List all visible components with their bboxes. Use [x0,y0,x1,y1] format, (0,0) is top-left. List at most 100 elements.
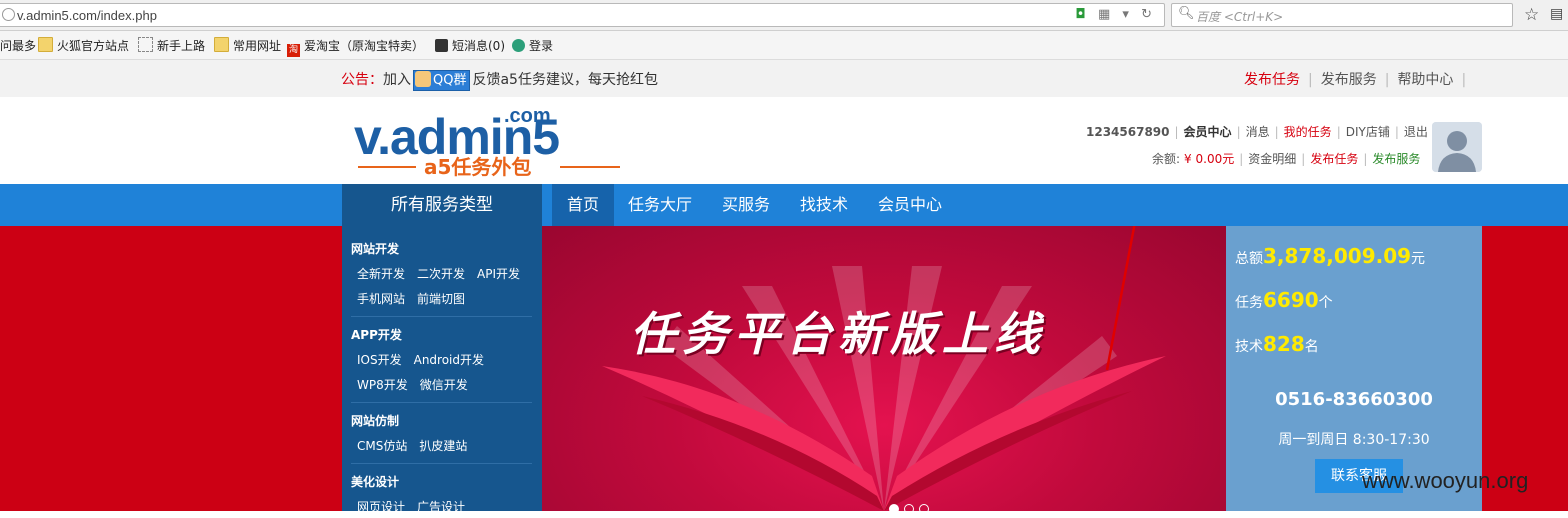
bookmark-item[interactable]: 问最多 [0,37,36,54]
category-link[interactable]: WP8开发 [357,378,408,392]
nav-task-hall[interactable]: 任务大厅 [628,184,692,226]
url-action-icons[interactable]: ◘ ▦ ▾ ↻ [1076,7,1156,22]
all-services-menu[interactable]: 所有服务类型 [342,184,542,226]
bookmark-item[interactable]: 短消息(0) [435,37,505,54]
url-bar[interactable]: v.admin5.com/index.php ◘ ▦ ▾ ↻ [0,3,1165,27]
category-title[interactable]: 网站仿制 [351,412,399,429]
carousel-dot[interactable] [904,504,914,514]
search-icon: 🔍︎ [1178,6,1195,21]
dropdown-icon: ▾ [1122,7,1133,22]
nav-buy-service[interactable]: 买服务 [722,184,770,226]
logout-link[interactable]: 退出 [1404,125,1428,139]
category-link[interactable]: IOS开发 [357,353,402,367]
category-link[interactable]: 扒皮建站 [419,439,467,453]
category-link[interactable]: 前端切图 [417,292,465,306]
bookmark-item[interactable]: 淘爱淘宝（原淘宝特卖） [287,37,424,57]
category-sidebar: 网站开发 全新开发 二次开发 API开发 手机网站 前端切图 APP开发 IOS开发 A… [342,226,542,514]
member-center-link[interactable]: 会员中心 [1184,125,1232,139]
category-title[interactable]: 美化设计 [351,473,399,490]
qq-group-label: QQ群 [433,73,467,88]
search-placeholder: 百度 <Ctrl+K> [1196,10,1284,24]
avatar[interactable] [1432,122,1482,172]
category-link[interactable]: 手机网站 [357,292,405,306]
top-link-help[interactable]: 帮助中心 [1397,72,1453,88]
category-row: 全新开发 二次开发 API开发 [357,265,532,282]
star-icon[interactable]: ☆ [1524,5,1539,25]
main-nav: 所有服务类型 首页 任务大厅 买服务 找技术 会员中心 [0,184,1568,226]
announcement: 公告：加入 QQ群 反馈a5任务建议，每天抢红包 [341,69,658,91]
service-hours: 周一到周日 8:30-17:30 [1278,432,1430,448]
category-row: 网页设计 广告设计 [357,498,477,515]
balance-label: 余额: [1152,152,1181,166]
announcement-text: 反馈a5任务建议，每天抢红包 [472,72,658,88]
nav-member-center[interactable]: 会员中心 [878,184,942,226]
top-link-publish-task[interactable]: 发布任务 [1244,72,1300,88]
bird-icon [435,39,448,52]
hotline-number: 0516-83660300 [1275,389,1433,410]
folder-icon [38,37,53,52]
fund-details-link[interactable]: 资金明细 [1248,152,1296,166]
my-tasks-link[interactable]: 我的任务 [1284,125,1332,139]
stat-tasks: 任务6690个 [1235,288,1333,312]
announcement-label: 公告： [341,72,383,88]
user-links-row1: 1234567890 | 会员中心 | 消息 | 我的任务 | DIY店铺 | 退出 [1086,125,1428,139]
globe-icon [2,8,15,21]
category-row: WP8开发 微信开发 [357,376,480,393]
reload-icon: ↻ [1141,7,1156,22]
qr-icon: ▦ [1097,7,1115,22]
category-link[interactable]: 广告设计 [417,500,465,514]
search-bar[interactable]: 🔍︎ 百度 <Ctrl+K> [1171,3,1513,27]
carousel-dot-active[interactable] [889,504,899,514]
stat-total: 总额3,878,009.09元 [1235,244,1426,268]
category-divider [351,463,532,464]
url-text: v.admin5.com/index.php [17,8,157,23]
qq-icon [415,71,431,87]
nav-find-tech[interactable]: 找技术 [800,184,848,226]
publish-service-link[interactable]: 发布服务 [1372,152,1420,166]
user-id[interactable]: 1234567890 [1086,125,1170,139]
user-silhouette-icon [1432,122,1482,172]
category-link[interactable]: API开发 [477,267,520,281]
stat-tech: 技术828名 [1235,332,1319,356]
hero-banner[interactable]: 任务平台新版上线 [542,226,1226,511]
category-link[interactable]: 微信开发 [420,378,468,392]
banner-title: 任务平台新版上线 [630,307,1046,361]
category-row: IOS开发 Android开发 [357,351,496,368]
page-icon [138,37,153,52]
category-link[interactable]: 网页设计 [357,500,405,514]
category-link[interactable]: 二次开发 [417,267,465,281]
red-arrow-annotation [1105,226,1136,371]
category-row: CMS仿站 扒皮建站 [357,437,479,454]
publish-task-link[interactable]: 发布任务 [1310,152,1358,166]
user-links-row2: 余额: ¥ 0.00元 | 资金明细 | 发布任务 | 发布服务 [1152,152,1421,166]
top-link-publish-service[interactable]: 发布服务 [1321,72,1377,88]
logo-subtitle: a5任务外包 [424,155,531,179]
bookmarks-menu-icon[interactable]: ▤ [1550,6,1563,22]
nav-home[interactable]: 首页 [552,184,614,226]
watermark: www.wooyun.org [1362,468,1529,493]
category-title[interactable]: 网站开发 [351,240,399,257]
carousel-dot[interactable] [919,504,929,514]
qq-group-button[interactable]: QQ群 [413,70,471,91]
category-title[interactable]: APP开发 [351,326,402,343]
category-link[interactable]: Android开发 [414,353,484,367]
messages-link[interactable]: 消息 [1246,125,1270,139]
taobao-icon: 淘 [287,44,300,57]
category-link[interactable]: 全新开发 [357,267,405,281]
bookmark-item[interactable]: 火狐官方站点 [38,37,129,54]
diy-shop-link[interactable]: DIY店铺 [1346,125,1390,139]
site-logo[interactable]: .com v.admin5 a5任务外包 [354,102,626,180]
category-divider [351,316,532,317]
category-link[interactable]: CMS仿站 [357,439,407,453]
category-row: 手机网站 前端切图 [357,290,477,307]
bookmark-item[interactable]: 登录 [512,37,553,54]
bookmark-item[interactable]: 常用网址 [214,37,281,54]
bookmarks-bar: 问最多 火狐官方站点 新手上路 常用网址 淘爱淘宝（原淘宝特卖） 短消息(0) … [0,31,1568,60]
stat-tasks-value: 6690 [1263,288,1319,312]
bookmark-item[interactable]: 新手上路 [138,37,205,54]
browser-toolbar: v.admin5.com/index.php ◘ ▦ ▾ ↻ 🔍︎ 百度 <Ct… [0,0,1568,31]
announcement-prefix: 加入 [383,72,411,88]
top-links: 发布任务 | 发布服务 | 帮助中心 | [1244,72,1467,88]
balance-value: ¥ 0.00元 [1184,152,1235,166]
folder-icon [214,37,229,52]
